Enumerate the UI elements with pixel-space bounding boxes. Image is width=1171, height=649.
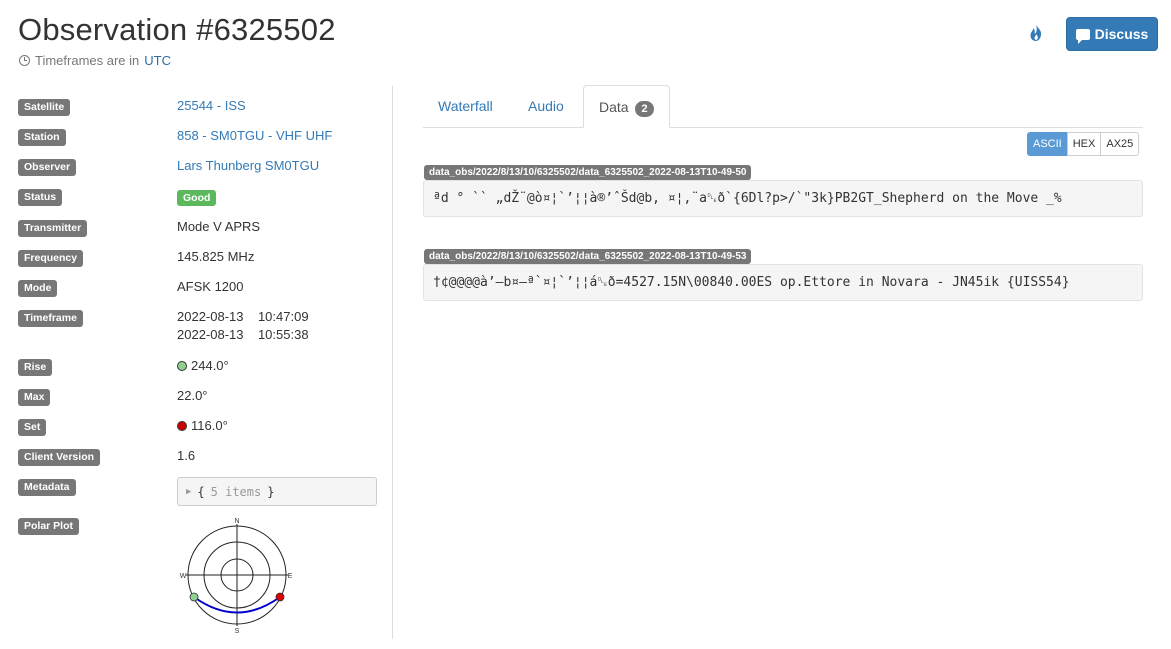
north-label: N	[234, 518, 239, 525]
timeframe-label: Timeframe	[18, 310, 83, 327]
south-label: S	[235, 628, 240, 635]
format-ax25-button[interactable]: AX25	[1100, 132, 1140, 156]
discuss-button[interactable]: Discuss	[1066, 17, 1158, 51]
format-ascii-button[interactable]: ASCII	[1027, 132, 1068, 156]
data-frame-2-content: †¢@@@@à’–b¤–ª`¤¦`’¦¦á␐ð=4527.15N\00840.0…	[423, 264, 1143, 301]
timeframe-start: 2022-08-13 10:47:09	[177, 309, 309, 324]
format-hex-button[interactable]: HEX	[1066, 132, 1102, 156]
transmitter-value: Mode V APRS	[177, 219, 261, 234]
rise-label: Rise	[18, 359, 53, 376]
set-value: 116.0°	[177, 417, 228, 435]
east-label: E	[288, 573, 293, 580]
clock-icon	[19, 55, 30, 66]
station-link[interactable]: 858 - SM0TGU - VHF UHF	[177, 127, 332, 145]
west-label: W	[180, 573, 187, 580]
polar-plot: N S E W	[180, 518, 293, 635]
mode-value: AFSK 1200	[177, 279, 244, 294]
observer-link[interactable]: Lars Thunberg SM0TGU	[177, 157, 319, 175]
rise-marker	[189, 592, 199, 602]
status-value: Good	[177, 188, 217, 207]
data-frame-1-filename: data_obs/2022/8/13/10/6325502/data_63255…	[424, 165, 752, 180]
transmitter-label: Transmitter	[18, 220, 88, 237]
status-label: Status	[18, 189, 63, 206]
data-frame-2-filename: data_obs/2022/8/13/10/6325502/data_63255…	[424, 249, 752, 264]
set-label: Set	[18, 419, 47, 436]
tab-data-label: Data	[599, 99, 629, 115]
timeframe-note-text: Timeframes are in	[35, 53, 140, 68]
column-divider	[392, 86, 393, 639]
tab-waterfall[interactable]: Waterfall	[423, 85, 508, 127]
metadata-open-brace: {	[197, 484, 205, 499]
status-badge: Good	[177, 190, 217, 206]
frequency-label: Frequency	[18, 250, 84, 267]
observation-tabs: Waterfall Audio Data 2	[423, 85, 1143, 128]
format-switcher: ASCII HEX AX25	[1027, 132, 1140, 156]
tab-data[interactable]: Data 2	[583, 85, 670, 128]
set-azimuth: 116.0°	[191, 418, 228, 433]
satellite-link[interactable]: 25544 - ISS	[177, 97, 246, 115]
data-count-badge: 2	[635, 101, 654, 117]
metadata-close-brace: }	[267, 484, 275, 499]
polar-plot-label: Polar Plot	[18, 518, 80, 535]
set-marker	[275, 592, 285, 602]
max-label: Max	[18, 389, 51, 406]
timeframe-end: 2022-08-13 10:55:38	[177, 327, 309, 342]
observer-label: Observer	[18, 159, 77, 176]
rise-dot-icon	[177, 360, 187, 371]
fire-icon[interactable]	[1029, 24, 1043, 46]
satellite-label: Satellite	[18, 99, 71, 116]
station-label: Station	[18, 129, 66, 146]
discuss-label: Discuss	[1094, 26, 1149, 42]
max-value: 22.0°	[177, 388, 208, 403]
tab-audio[interactable]: Audio	[513, 85, 579, 127]
page-title: Observation #6325502	[18, 12, 336, 47]
metadata-viewer[interactable]: ▶ { 5 items }	[177, 477, 377, 506]
expand-triangle-icon[interactable]: ▶	[186, 487, 191, 497]
set-dot-icon	[177, 420, 187, 431]
metadata-label: Metadata	[18, 479, 76, 496]
timeframe-note: Timeframes are in UTC	[19, 53, 171, 68]
metadata-count: 5 items	[210, 484, 262, 499]
data-frame-1-content: ªd ° `` „dŽ¨@ò¤¦`’¦¦à®’ˆŠd@b, ¤¦,¨a␐ð`{6…	[423, 180, 1143, 217]
frequency-value: 145.825 MHz	[177, 249, 255, 264]
client-version-value: 1.6	[177, 448, 196, 463]
rise-azimuth: 244.0°	[191, 358, 229, 373]
rise-value: 244.0°	[177, 357, 229, 375]
client-version-label: Client Version	[18, 449, 101, 466]
mode-label: Mode	[18, 280, 58, 297]
timezone-link[interactable]: UTC	[144, 53, 171, 68]
comment-icon	[1075, 28, 1090, 44]
